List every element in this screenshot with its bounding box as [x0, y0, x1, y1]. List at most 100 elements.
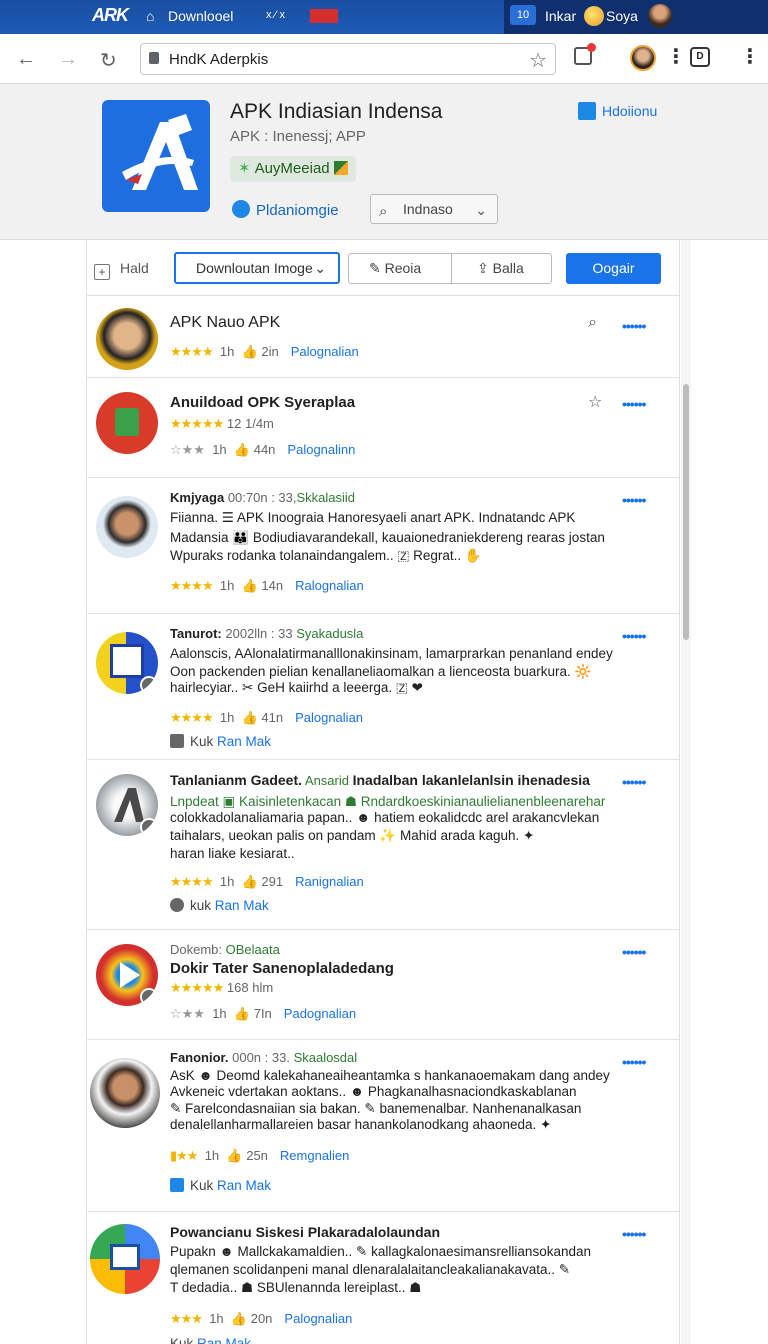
thumb-icon[interactable]: 👍: [242, 874, 258, 889]
share-label[interactable]: Balla: [493, 260, 524, 276]
more-icon[interactable]: ••••••: [622, 944, 646, 960]
url-text[interactable]: HndK Aderpkis: [169, 51, 268, 68]
more-icon[interactable]: ••••••: [622, 318, 646, 334]
list-item[interactable]: Tanurot: 2002lln : 33 Syakadusla •••••• …: [86, 614, 680, 760]
item-title-rest[interactable]: Inadalban lakanlelanlsin ihenadesia: [353, 772, 590, 788]
os-user-avatar[interactable]: [648, 4, 672, 28]
rating-stars: ★★★★: [170, 344, 214, 359]
item-link[interactable]: Palognalian: [284, 1311, 352, 1326]
back-icon[interactable]: ←: [16, 48, 36, 71]
more-icon[interactable]: ••••••: [622, 774, 646, 790]
review-label[interactable]: Reoia: [385, 260, 422, 276]
profile-menu-icon[interactable]: ⋮: [666, 44, 686, 69]
bookmark-star-icon[interactable]: ☆: [529, 48, 547, 73]
item-title[interactable]: Anuildoad OPK Syeraplaa: [170, 394, 355, 411]
thumb-icon[interactable]: 👍: [242, 344, 258, 359]
thumb-icon[interactable]: 👍: [242, 578, 258, 593]
item-extra[interactable]: Kuk Ran Mak: [170, 1336, 251, 1344]
more-icon[interactable]: ••••••: [622, 396, 646, 412]
scrollbar-thumb[interactable]: [683, 384, 689, 640]
item-title[interactable]: Dokir Tater Sanenoplaladedang: [170, 960, 394, 977]
chevron-down-icon[interactable]: ⌄: [475, 196, 487, 224]
list-item[interactable]: APK Nauo APK ⌕ •••••• ★★★★ 1h 👍 2in Palog…: [86, 296, 680, 378]
list-item[interactable]: Tanlanianm Gadeet. Ansarid Inadalban lak…: [86, 760, 680, 930]
header-link-label[interactable]: Hdoiionu: [602, 103, 657, 119]
primary-button[interactable]: Oogair: [566, 253, 661, 284]
os-download-label[interactable]: Downlooel: [168, 8, 233, 24]
item-link[interactable]: Remgnalien: [280, 1148, 349, 1163]
extra-link[interactable]: Ran Mak: [197, 1336, 251, 1344]
profile-avatar[interactable]: [630, 45, 656, 71]
item-link[interactable]: Padognalian: [284, 1006, 356, 1021]
thumb-icon[interactable]: 👍: [234, 442, 250, 457]
platform-label[interactable]: Pldaniomgie: [256, 202, 339, 219]
share-button[interactable]: ⇪ Balla: [477, 254, 524, 283]
item-link[interactable]: Palognalinn: [287, 442, 355, 457]
header-search-value[interactable]: Indnaso: [403, 201, 453, 217]
search-icon[interactable]: ⌕: [588, 314, 597, 332]
header-search-select[interactable]: ⌕ Indnaso ⌄: [370, 194, 498, 224]
item-title[interactable]: Tanurot: 2002lln : 33 Syakadusla: [170, 626, 363, 641]
list-item[interactable]: Fanonior. 000n : 33. Skaalosdal •••••• A…: [86, 1040, 680, 1212]
list-item[interactable]: Anuildoad OPK Syeraplaa ☆ •••••• ★★★★★ 1…: [86, 378, 680, 478]
header-link[interactable]: Hdoiionu: [578, 102, 657, 120]
download-select[interactable]: Downloutan Imoge ⌄: [174, 252, 340, 284]
forward-icon[interactable]: →: [58, 48, 78, 71]
download-select-value[interactable]: Downloutan Imoge: [196, 260, 313, 276]
item-title[interactable]: Fanonior. 000n : 33. Skaalosdal: [170, 1050, 357, 1065]
more-icon[interactable]: ••••••: [622, 492, 646, 508]
item-extra[interactable]: Kuk Ran Mak: [170, 734, 271, 749]
item-link[interactable]: Palognalian: [295, 710, 363, 725]
home-icon[interactable]: ⌂: [146, 8, 154, 24]
extra-link[interactable]: Ran Mak: [217, 734, 271, 749]
item-title-tag: OBelaata: [222, 942, 280, 957]
platform-link[interactable]: Pldaniomgie: [232, 200, 339, 219]
list-item[interactable]: Powancianu Siskesi Plakaradalolaundan ••…: [86, 1212, 680, 1344]
item-link[interactable]: Palognalian: [291, 344, 359, 359]
item-link[interactable]: Ranignalian: [295, 874, 364, 889]
plus-icon[interactable]: +: [94, 264, 110, 280]
reload-icon[interactable]: ↻: [100, 48, 117, 73]
thumb-icon[interactable]: 👍: [231, 1311, 247, 1326]
extra-link[interactable]: Ran Mak: [215, 898, 269, 913]
avatar: [96, 944, 158, 1006]
more-icon[interactable]: ••••••: [622, 1226, 646, 1242]
rating-stars: ★★★★: [170, 578, 214, 593]
list-item[interactable]: Dokemb: OBelaata Dokir Tater Sanenoplala…: [86, 930, 680, 1040]
list-toolbar: + Hald Downloutan Imoge ⌄ ✎ Reoia ⇪ Balla …: [86, 240, 680, 296]
review-button[interactable]: ✎ Reoia: [369, 254, 421, 283]
share-icon: [170, 1178, 184, 1192]
os-label-soya[interactable]: Soya: [606, 8, 638, 24]
thumb-icon[interactable]: 👍: [234, 1006, 250, 1021]
item-title[interactable]: Tanlanianm Gadeet. Ansarid Inadalban lak…: [170, 772, 590, 788]
hold-toggle[interactable]: + Hald: [94, 260, 149, 280]
star-outline-icon[interactable]: ☆: [588, 392, 602, 412]
item-meta: ☆★★ 1h 👍 7In Padognalian: [170, 1006, 356, 1022]
extension-icon[interactable]: [574, 43, 596, 65]
item-extra[interactable]: Kuk Ran Mak: [170, 1178, 271, 1193]
item-title-main[interactable]: Tanurot:: [170, 626, 222, 641]
item-title[interactable]: Powancianu Siskesi Plakaradalolaundan: [170, 1224, 440, 1240]
list-item[interactable]: Kmjyaga 00:70n : 33,Skkalasiid •••••• Fi…: [86, 478, 680, 614]
more-icon[interactable]: ••••••: [622, 1054, 646, 1070]
more-icon[interactable]: ••••••: [622, 628, 646, 644]
browser-menu-icon[interactable]: ⋮: [740, 44, 760, 69]
item-title[interactable]: Kmjyaga 00:70n : 33,Skkalasiid: [170, 490, 355, 505]
extra-link[interactable]: Ran Mak: [217, 1178, 271, 1193]
item-link[interactable]: Ralognalian: [295, 578, 364, 593]
chevron-down-icon[interactable]: ⌄: [314, 254, 326, 282]
item-title-main[interactable]: Kmjyaga: [170, 490, 224, 505]
os-label-inkar[interactable]: Inkar: [545, 8, 576, 24]
os-chip[interactable]: 10: [510, 5, 536, 25]
meta-b: 25n: [246, 1148, 268, 1163]
item-title-main[interactable]: Fanonior.: [170, 1050, 229, 1065]
item-title-main[interactable]: Tanlanianm Gadeet.: [170, 772, 302, 788]
address-bar[interactable]: HndK Aderpkis ☆: [140, 43, 556, 75]
item-title[interactable]: APK Nauo APK: [170, 314, 280, 332]
item-extra[interactable]: kuk Ran Mak: [170, 898, 269, 913]
thumb-icon[interactable]: 👍: [242, 710, 258, 725]
sidepanel-icon[interactable]: D: [690, 47, 710, 67]
thumb-icon[interactable]: 👍: [226, 1148, 242, 1163]
item-title-tag: Skkalasiid: [296, 490, 356, 505]
frame-icon: [110, 644, 144, 678]
